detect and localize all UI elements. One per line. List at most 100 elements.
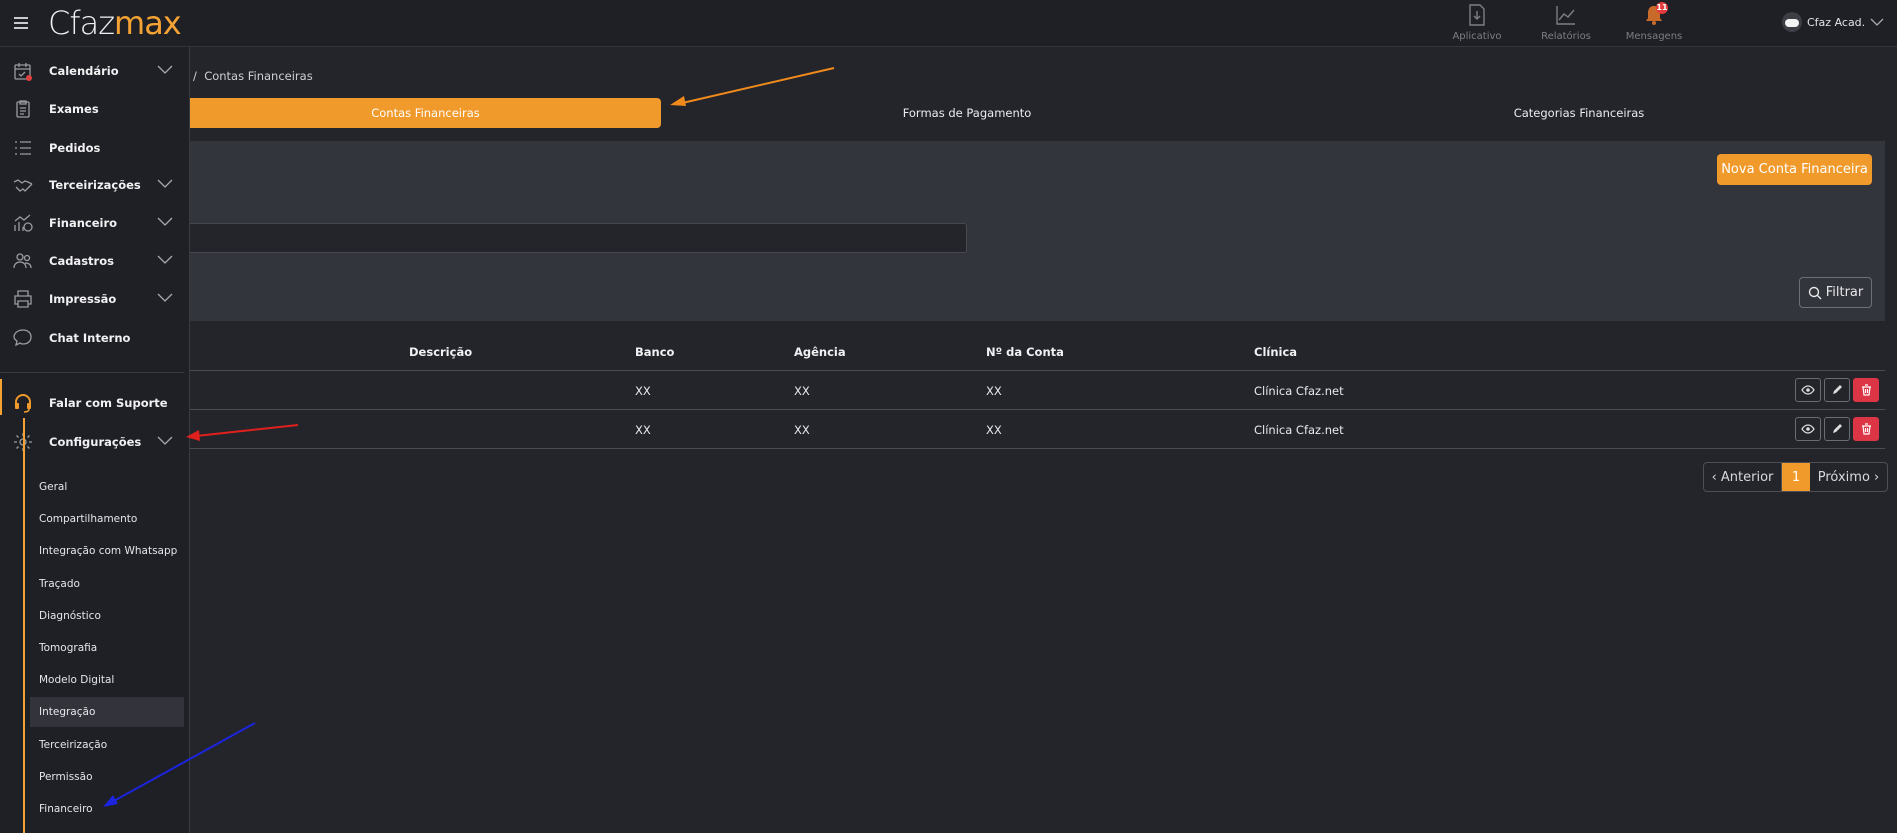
pagination-prev-button[interactable]: ‹ Anterior <box>1704 463 1782 491</box>
logo-text-cfaz: Cfaz <box>48 4 115 42</box>
cell-clinica: Clínica Cfaz.net <box>1254 384 1344 398</box>
delete-button[interactable] <box>1853 378 1879 402</box>
view-button[interactable] <box>1795 417 1821 441</box>
col-header-banco[interactable]: Banco <box>635 345 674 359</box>
chevron-down-icon <box>157 293 173 302</box>
search-icon <box>1808 286 1822 299</box>
messages-count-badge: 11 <box>1656 2 1668 14</box>
cell-clinica: Clínica Cfaz.net <box>1254 423 1344 437</box>
topbar-messages-button[interactable]: 11 Mensagens <box>1619 2 1689 42</box>
pencil-icon <box>1833 385 1842 394</box>
trend-chart-icon <box>1556 6 1575 25</box>
pencil-icon <box>1833 424 1842 433</box>
sidebar-item-label: Falar com Suporte <box>49 396 168 410</box>
chevron-down-icon <box>157 217 173 226</box>
cell-agencia: XX <box>794 384 810 398</box>
trash-icon <box>1861 423 1871 435</box>
sidebar-item-configuracoes[interactable]: Configurações <box>0 426 185 458</box>
sidebar-item-label: Cadastros <box>49 254 114 268</box>
col-header-conta[interactable]: Nº da Conta <box>986 345 1064 359</box>
submenu-line <box>23 418 25 833</box>
submenu-item-tomografia[interactable]: Tomografia <box>30 633 184 663</box>
submenu-item-tracado[interactable]: Traçado <box>30 569 184 599</box>
topbar-messages-label: Mensagens <box>1625 31 1683 42</box>
users-icon <box>13 253 32 269</box>
search-input[interactable] <box>190 223 967 253</box>
pagination-next-button[interactable]: Próximo › <box>1810 463 1887 491</box>
topbar-app-button[interactable]: Aplicativo <box>1442 4 1512 42</box>
table-divider <box>190 409 1885 410</box>
sidebar-item-pedidos[interactable]: Pedidos <box>0 132 185 164</box>
edit-button[interactable] <box>1824 417 1850 441</box>
submenu-item-integracao-whatsapp[interactable]: Integração com Whatsapp <box>30 536 184 566</box>
user-menu[interactable]: Cfaz Acad. <box>1782 12 1884 32</box>
clipboard-icon <box>16 100 30 118</box>
submenu-item-geral[interactable]: Geral <box>30 472 184 502</box>
logo-text-max: max <box>114 4 182 42</box>
submenu-item-modelo-digital[interactable]: Modelo Digital <box>30 665 184 695</box>
table-divider <box>190 448 1885 449</box>
sidebar-item-cadastros[interactable]: Cadastros <box>0 245 185 277</box>
col-header-agencia[interactable]: Agência <box>794 345 846 359</box>
submenu-item-permissao[interactable]: Permissão <box>30 762 184 792</box>
red-arrow <box>186 424 299 441</box>
printer-icon <box>14 290 32 308</box>
sidebar-item-label: Financeiro <box>49 216 118 230</box>
submenu-item-integracao[interactable]: Integração <box>30 697 184 727</box>
sidebar-item-exames[interactable]: Exames <box>0 93 185 125</box>
tab-categorias-financeiras[interactable]: Categorias Financeiras <box>1273 98 1885 128</box>
pagination: ‹ Anterior 1 Próximo › <box>1703 462 1888 492</box>
submenu-item-diagnostico[interactable]: Diagnóstico <box>30 601 184 631</box>
chevron-down-icon <box>1870 18 1884 26</box>
tab-formas-pagamento[interactable]: Formas de Pagamento <box>661 98 1273 128</box>
sidebar-item-label: Configurações <box>49 435 142 449</box>
download-doc-icon <box>1469 4 1485 26</box>
cell-banco: XX <box>635 384 651 398</box>
table-divider <box>190 370 1885 371</box>
chevron-down-icon <box>157 436 173 445</box>
calendar-icon <box>14 63 32 81</box>
sidebar-item-calendario[interactable]: Calendário <box>0 55 185 87</box>
chevron-down-icon <box>157 179 173 188</box>
menu-toggle-icon[interactable] <box>14 17 28 29</box>
sidebar-item-label: Chat Interno <box>49 331 131 345</box>
app-logo[interactable]: Cfazmax <box>48 4 182 42</box>
user-name: Cfaz Acad. <box>1807 15 1866 29</box>
filter-button[interactable]: Filtrar <box>1799 277 1872 308</box>
topbar-app-label: Aplicativo <box>1452 31 1502 42</box>
view-button[interactable] <box>1795 378 1821 402</box>
new-account-button[interactable]: Nova Conta Financeira <box>1717 154 1872 185</box>
edit-button[interactable] <box>1824 378 1850 402</box>
trash-icon <box>1861 384 1871 396</box>
sidebar-item-label: Pedidos <box>49 141 101 155</box>
submenu-item-terceirizacao[interactable]: Terceirização <box>30 730 184 760</box>
topbar-reports-label: Relatórios <box>1541 31 1591 42</box>
delete-button[interactable] <box>1853 417 1879 441</box>
finance-chart-icon <box>14 214 33 232</box>
submenu-item-financeiro[interactable]: Financeiro <box>30 794 184 824</box>
active-indicator <box>0 379 2 415</box>
topbar-reports-button[interactable]: Relatórios <box>1531 4 1601 42</box>
col-header-descricao[interactable]: Descrição <box>409 345 472 359</box>
sidebar-divider <box>0 372 184 373</box>
cell-banco: XX <box>635 423 651 437</box>
cell-conta: XX <box>986 423 1002 437</box>
sidebar-item-label: Exames <box>49 102 99 116</box>
cell-conta: XX <box>986 384 1002 398</box>
sidebar-item-impressao[interactable]: Impressão <box>0 283 185 315</box>
eye-icon <box>1801 424 1815 434</box>
pagination-page-1[interactable]: 1 <box>1782 463 1810 491</box>
submenu-item-compartilhamento[interactable]: Compartilhamento <box>30 504 184 534</box>
sidebar-item-label: Terceirizações <box>49 178 141 192</box>
sidebar-item-terceirizacoes[interactable]: Terceirizações <box>0 169 185 201</box>
chevron-down-icon <box>157 65 173 74</box>
sidebar-item-suporte[interactable]: Falar com Suporte <box>0 387 185 419</box>
col-header-clinica[interactable]: Clínica <box>1254 345 1297 359</box>
breadcrumb-separator: / <box>193 69 197 83</box>
handshake-icon <box>13 179 33 192</box>
sidebar-item-label: Calendário <box>49 64 119 78</box>
sidebar-item-chat-interno[interactable]: Chat Interno <box>0 322 185 354</box>
sidebar-item-financeiro[interactable]: Financeiro <box>0 207 185 239</box>
avatar <box>1782 12 1802 32</box>
tab-contas-financeiras[interactable]: Contas Financeiras <box>190 98 661 128</box>
